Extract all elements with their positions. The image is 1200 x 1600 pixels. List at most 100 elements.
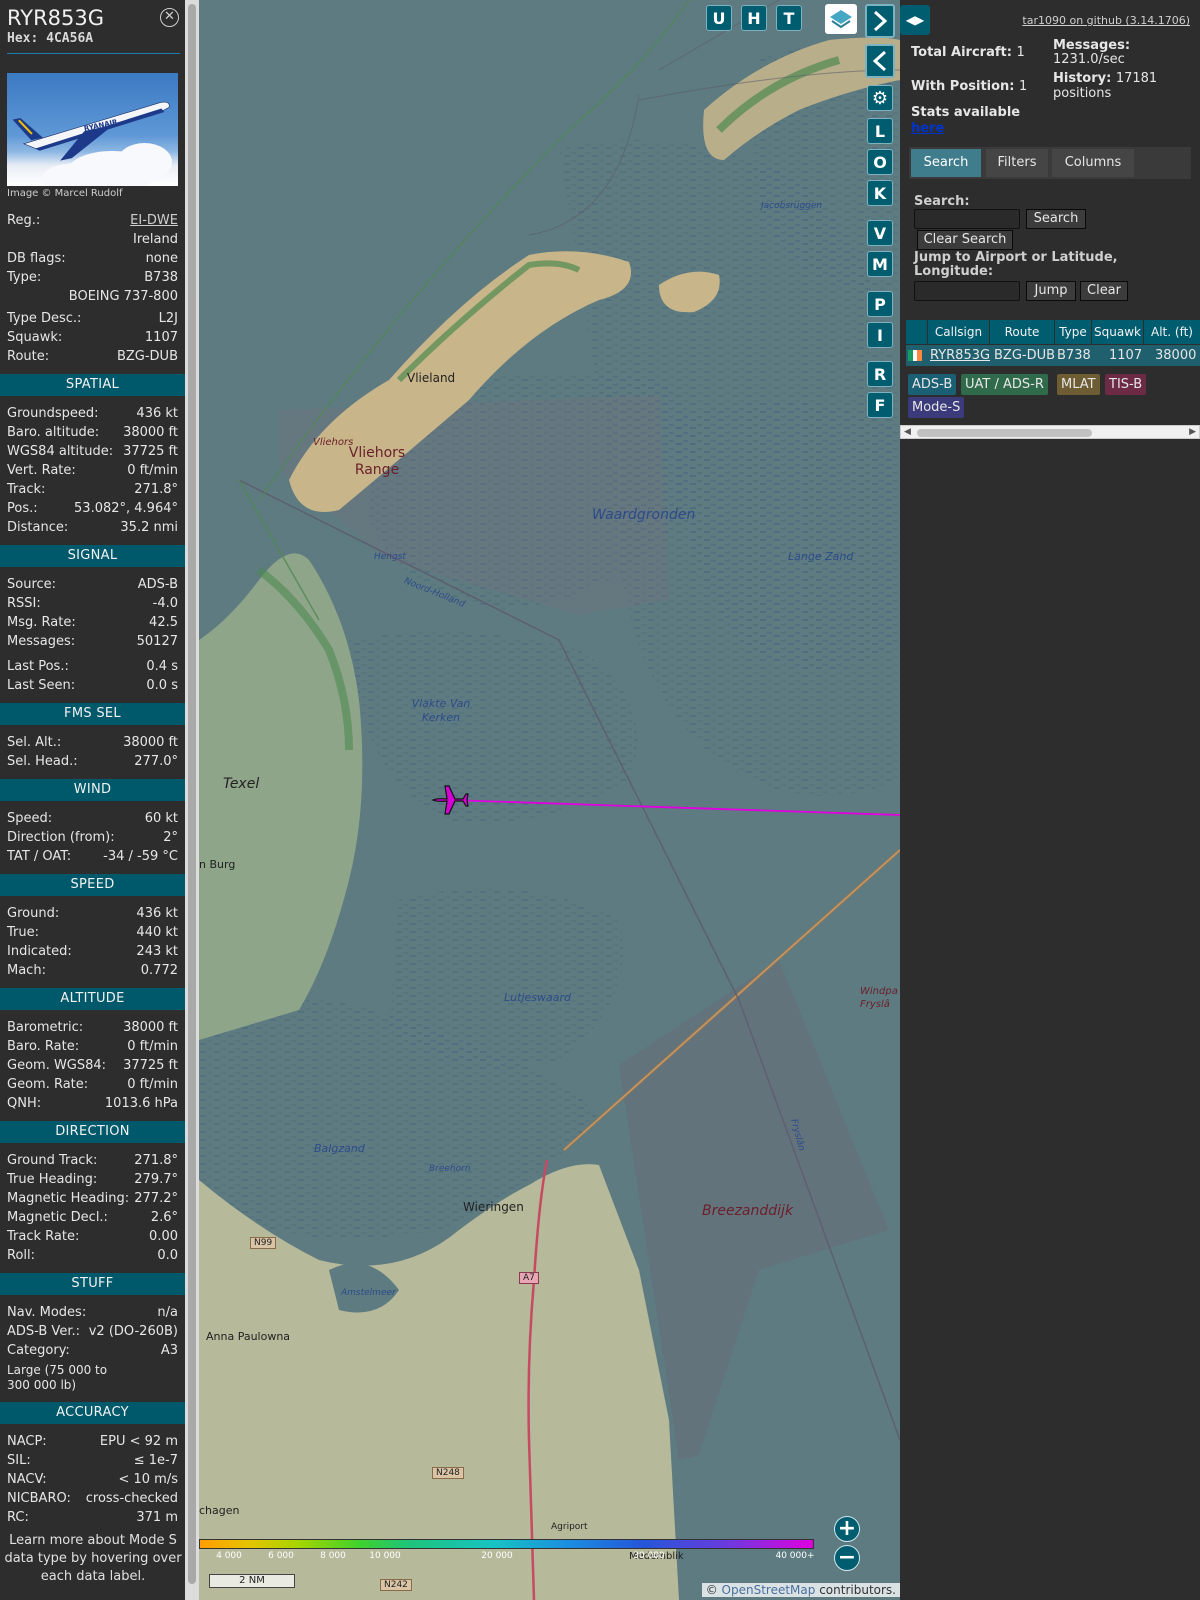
- info-panel-scrollbar[interactable]: [185, 0, 199, 1600]
- info-row: Barometric: 38000 ft: [7, 1020, 178, 1038]
- info-key: Type Desc.:: [7, 311, 82, 326]
- info-row: Category: A3: [7, 1343, 178, 1361]
- info-key: Barometric:: [7, 1020, 84, 1035]
- button-h[interactable]: H: [741, 5, 767, 31]
- info-value: 436 kt: [136, 906, 178, 921]
- row-type: B738: [1057, 348, 1091, 363]
- info-row: Mach: 0.772: [7, 963, 178, 981]
- hex-value: 4CA56A: [46, 31, 94, 46]
- selected-callsign: RYR853G: [7, 6, 105, 30]
- info-key: Nav. Modes:: [7, 1305, 87, 1320]
- info-value: 0 ft/min: [127, 1039, 178, 1054]
- info-key: Magnetic Decl.:: [7, 1210, 108, 1225]
- info-row: Vert. Rate: 0 ft/min: [7, 463, 178, 481]
- source-adsb[interactable]: ADS-B: [908, 374, 957, 395]
- button-v[interactable]: V: [867, 220, 893, 246]
- info-key: Vert. Rate:: [7, 463, 76, 478]
- row-squawk: 1107: [1109, 348, 1143, 363]
- table-header-callsign[interactable]: Callsign: [928, 320, 989, 344]
- tab-filters[interactable]: Filters: [986, 149, 1048, 177]
- chevron-left-icon[interactable]: [865, 44, 895, 78]
- info-key: Source:: [7, 577, 57, 592]
- info-key: Indicated:: [7, 944, 72, 959]
- gear-icon[interactable]: ⚙: [867, 85, 893, 111]
- zoom-out-button[interactable]: −: [834, 1545, 860, 1571]
- button-p[interactable]: P: [867, 291, 893, 317]
- osm-link[interactable]: OpenStreetMap: [722, 1583, 816, 1597]
- expand-collapse-icon[interactable]: ◀▶: [900, 5, 930, 35]
- close-icon[interactable]: ✕: [160, 8, 179, 27]
- aircraft-icon[interactable]: [429, 780, 469, 820]
- map-view[interactable]: Vlieland Vliehors Vliehors Range Waardgr…: [199, 0, 900, 1600]
- table-horizontal-scrollbar[interactable]: ◀ ▶: [900, 425, 1200, 439]
- scroll-thumb[interactable]: [917, 429, 1092, 437]
- scrollbar-thumb[interactable]: [188, 4, 196, 1584]
- table-header-type[interactable]: Type: [1055, 320, 1091, 344]
- info-value: 243 kt: [136, 944, 178, 959]
- search-input[interactable]: [914, 209, 1020, 229]
- button-t[interactable]: T: [776, 5, 802, 31]
- scroll-left-icon[interactable]: ◀: [904, 426, 911, 438]
- row-callsign[interactable]: RYR853G: [930, 345, 990, 366]
- source-uat-adsr[interactable]: UAT / ADS-R: [961, 374, 1048, 395]
- table-header-route[interactable]: Route: [990, 320, 1054, 344]
- table-header-squawk[interactable]: Squawk: [1092, 320, 1143, 344]
- jump-input[interactable]: [914, 281, 1020, 301]
- table-header-altitude[interactable]: Alt. (ft): [1144, 320, 1200, 344]
- info-value: cross-checked: [85, 1491, 178, 1506]
- button-o[interactable]: O: [867, 149, 893, 175]
- altitude-tick-label: 6 000: [268, 1551, 294, 1561]
- info-key: WGS84 altitude:: [7, 444, 114, 459]
- button-r[interactable]: R: [867, 361, 893, 387]
- info-row: Distance: 35.2 nmi: [7, 520, 178, 538]
- layers-icon[interactable]: [825, 4, 857, 34]
- button-k[interactable]: K: [867, 180, 893, 206]
- with-position: With Position: 1: [911, 79, 1027, 94]
- info-row: Speed: 60 kt: [7, 811, 178, 829]
- info-value: < 10 m/s: [118, 1472, 178, 1487]
- zoom-in-button[interactable]: +: [834, 1516, 860, 1542]
- button-m[interactable]: M: [867, 251, 893, 277]
- aircraft-photo[interactable]: RYANAIR: [7, 73, 178, 186]
- search-label: Search:: [914, 194, 970, 209]
- attribution-prefix: ©: [705, 1583, 722, 1597]
- section-header-spatial: SPATIAL: [0, 374, 185, 396]
- sidebar-tabs: Search Filters Columns: [909, 147, 1191, 179]
- altitude-tick-label: 4 000: [216, 1551, 242, 1561]
- button-i[interactable]: I: [867, 322, 893, 348]
- tab-search[interactable]: Search: [911, 149, 981, 177]
- info-row: RC: 371 m: [7, 1510, 178, 1528]
- info-value[interactable]: EI-DWE: [130, 213, 178, 228]
- version-link[interactable]: tar1090 on github (3.14.1706): [1022, 14, 1190, 27]
- source-tisb[interactable]: TIS-B: [1105, 374, 1147, 395]
- info-row: Messages: 50127: [7, 634, 178, 652]
- clear-search-button[interactable]: Clear Search: [917, 230, 1013, 250]
- clear-button[interactable]: Clear: [1080, 281, 1128, 301]
- search-button[interactable]: Search: [1026, 209, 1086, 229]
- info-row: Roll: 0.0: [7, 1248, 178, 1266]
- row-altitude: 38000: [1155, 348, 1197, 363]
- tab-columns[interactable]: Columns: [1052, 149, 1134, 177]
- source-mode-s[interactable]: Mode-S: [908, 397, 965, 418]
- info-value: 271.8°: [134, 482, 178, 497]
- source-mlat[interactable]: MLAT: [1057, 374, 1100, 395]
- map-label-breehorn: Breehorn: [429, 1164, 471, 1174]
- altitude-tick-label: 40 000+: [775, 1551, 815, 1561]
- info-value: 42.5: [149, 615, 178, 630]
- scroll-right-icon[interactable]: ▶: [1189, 426, 1196, 438]
- button-u[interactable]: U: [706, 5, 732, 31]
- stats-link[interactable]: here: [911, 121, 944, 136]
- info-row: Direction (from): 2°: [7, 830, 178, 848]
- info-value: 440 kt: [136, 925, 178, 940]
- map-label-wieringen: Wieringen: [463, 1200, 524, 1214]
- button-l[interactable]: L: [867, 118, 893, 144]
- info-row: NACP: EPU < 92 m: [7, 1434, 178, 1452]
- altitude-legend: 4 000 6 000 8 000 10 000 20 000 30 000 40 000+: [199, 1539, 815, 1569]
- info-value: 37725 ft: [123, 1058, 178, 1073]
- messages-label: Messages:: [1053, 38, 1131, 53]
- table-row[interactable]: RYR853G BZG-DUB B738 1107 38000: [906, 345, 1200, 366]
- button-f[interactable]: F: [867, 392, 893, 418]
- jump-button[interactable]: Jump: [1026, 281, 1076, 301]
- chevron-right-icon[interactable]: [865, 4, 895, 38]
- road-shield-n99: N99: [250, 1237, 277, 1249]
